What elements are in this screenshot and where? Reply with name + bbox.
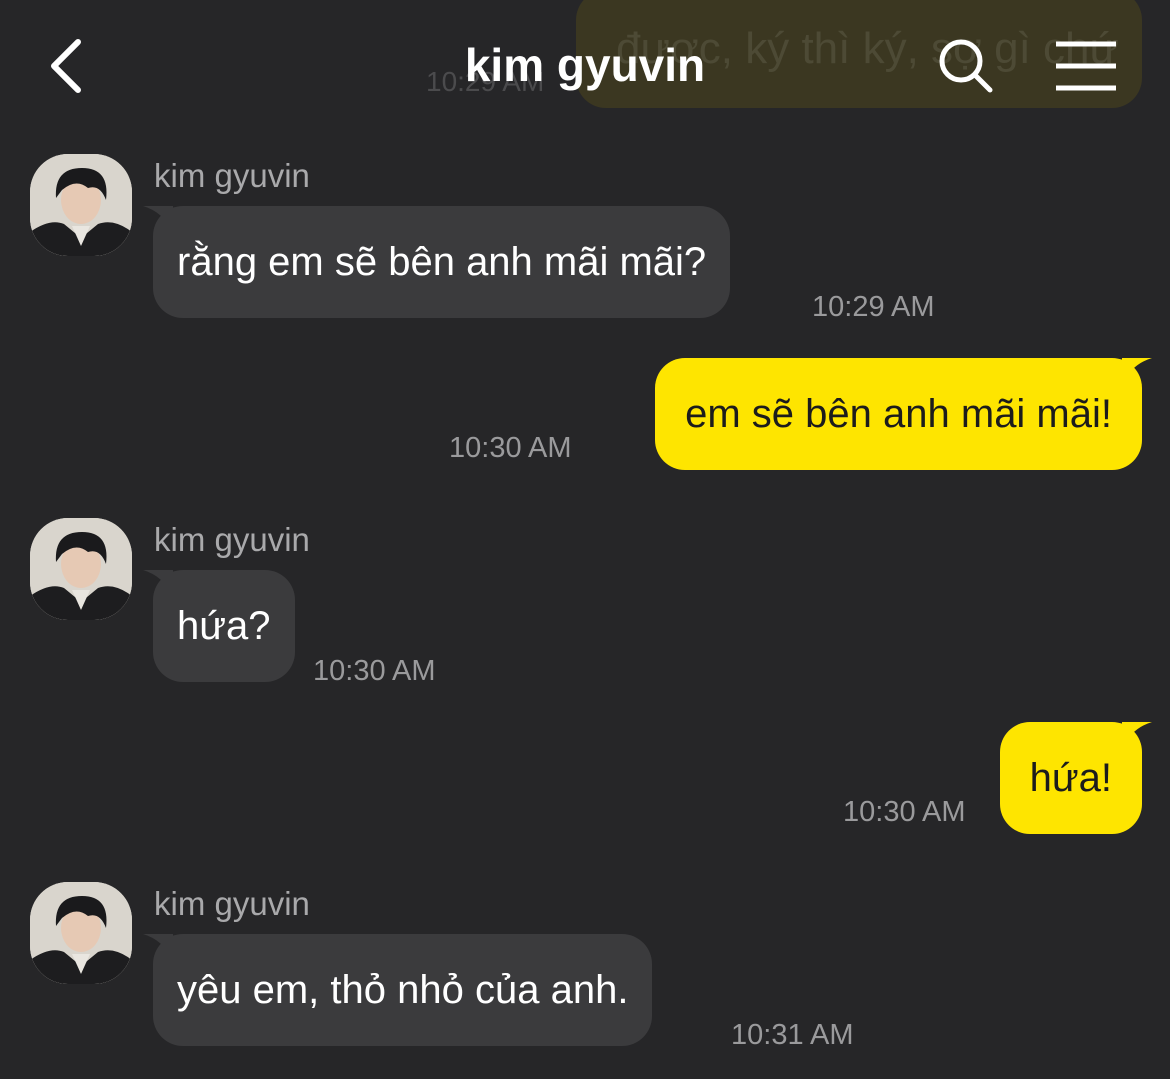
- menu-button[interactable]: [1054, 40, 1118, 92]
- message-text: em sẽ bên anh mãi mãi!: [685, 392, 1112, 436]
- back-button[interactable]: [40, 36, 100, 96]
- bubble-tail-icon: [1122, 722, 1152, 748]
- message-time: 10:29 AM: [812, 291, 935, 323]
- sender-name: kim gyuvin: [154, 521, 310, 558]
- avatar-icon: [30, 518, 132, 620]
- avatar-icon: [30, 154, 132, 256]
- chat-header: kim gyuvin: [0, 0, 1170, 130]
- outgoing-message-bubble[interactable]: em sẽ bên anh mãi mãi!: [655, 358, 1152, 470]
- bubble-tail-icon: [143, 934, 173, 960]
- incoming-message-bubble[interactable]: rằng em sẽ bên anh mãi mãi?: [143, 206, 731, 318]
- search-icon: [939, 39, 993, 93]
- sender-name: kim gyuvin: [154, 885, 310, 922]
- message-text: hứa!: [1029, 756, 1112, 800]
- message-time: 10:30 AM: [449, 432, 572, 464]
- sender-name: kim gyuvin: [154, 157, 310, 194]
- avatar[interactable]: [30, 882, 132, 984]
- incoming-message-bubble[interactable]: hứa?: [143, 570, 295, 682]
- message-text: rằng em sẽ bên anh mãi mãi?: [177, 240, 707, 284]
- avatar[interactable]: [30, 518, 132, 620]
- message-text: yêu em, thỏ nhỏ của anh.: [177, 968, 629, 1012]
- chevron-left-icon: [51, 39, 81, 93]
- avatar-icon: [30, 882, 132, 984]
- bubble-tail-icon: [143, 570, 173, 596]
- search-button[interactable]: [936, 36, 996, 96]
- message-text: hứa?: [177, 604, 271, 648]
- bubble-tail-icon: [1122, 358, 1152, 384]
- incoming-message-bubble[interactable]: yêu em, thỏ nhỏ của anh.: [143, 934, 653, 1046]
- outgoing-message-bubble[interactable]: hứa!: [999, 722, 1152, 834]
- chat-screen: được, ký thì ký, sợ gì chứ 10:29 AM kim …: [0, 0, 1170, 1079]
- message-time: 10:31 AM: [731, 1019, 854, 1051]
- avatar[interactable]: [30, 154, 132, 256]
- menu-icon: [1056, 41, 1116, 91]
- message-time: 10:30 AM: [843, 796, 966, 828]
- message-time: 10:30 AM: [313, 655, 436, 687]
- bubble-tail-icon: [143, 206, 173, 232]
